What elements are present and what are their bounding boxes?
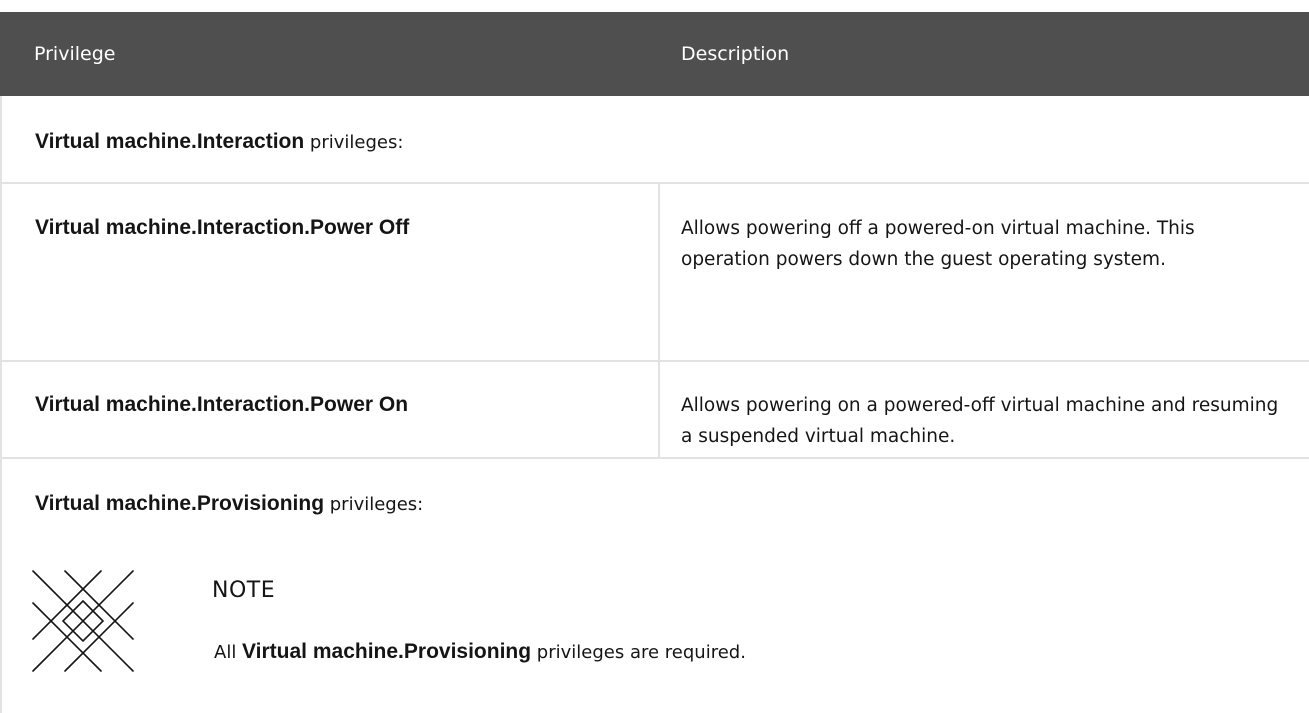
note-title: NOTE — [212, 578, 276, 603]
privilege-description-power-off: Allows powering off a powered-on virtual… — [681, 218, 1195, 270]
privilege-name-power-off: Virtual machine.Interaction.Power Off — [35, 216, 410, 239]
table-header: Privilege Description — [0, 12, 1309, 96]
document-page: Privilege Description Virtual machine.In… — [0, 0, 1309, 713]
privilege-name-power-on: Virtual machine.Interaction.Power On — [35, 393, 409, 416]
section-provisioning-heading: Virtual machine.Provisioning privileges: — [35, 492, 423, 516]
column-divider — [658, 182, 660, 458]
section-interaction-heading: Virtual machine.Interaction privileges: — [35, 130, 403, 154]
header-description: Description — [681, 43, 790, 65]
section-provisioning-strong: Virtual machine.Provisioning — [35, 492, 325, 515]
section-provisioning-suffix: privileges: — [324, 494, 424, 515]
row-divider — [0, 182, 1309, 184]
header-privilege: Privilege — [34, 43, 116, 65]
section-interaction-strong: Virtual machine.Interaction — [35, 130, 305, 153]
note-strong: Virtual machine.Provisioning — [242, 640, 532, 663]
note-body: All Virtual machine.Provisioning privile… — [214, 640, 746, 664]
row-divider — [0, 457, 1309, 459]
row-divider — [0, 360, 1309, 362]
note-suffix: privileges are required. — [531, 642, 746, 663]
section-interaction-suffix: privileges: — [304, 132, 404, 153]
table-left-border — [0, 96, 2, 713]
note-prefix: All — [214, 642, 243, 663]
privilege-description-power-on: Allows powering on a powered-off virtual… — [681, 395, 1279, 447]
note-icon — [31, 569, 135, 673]
